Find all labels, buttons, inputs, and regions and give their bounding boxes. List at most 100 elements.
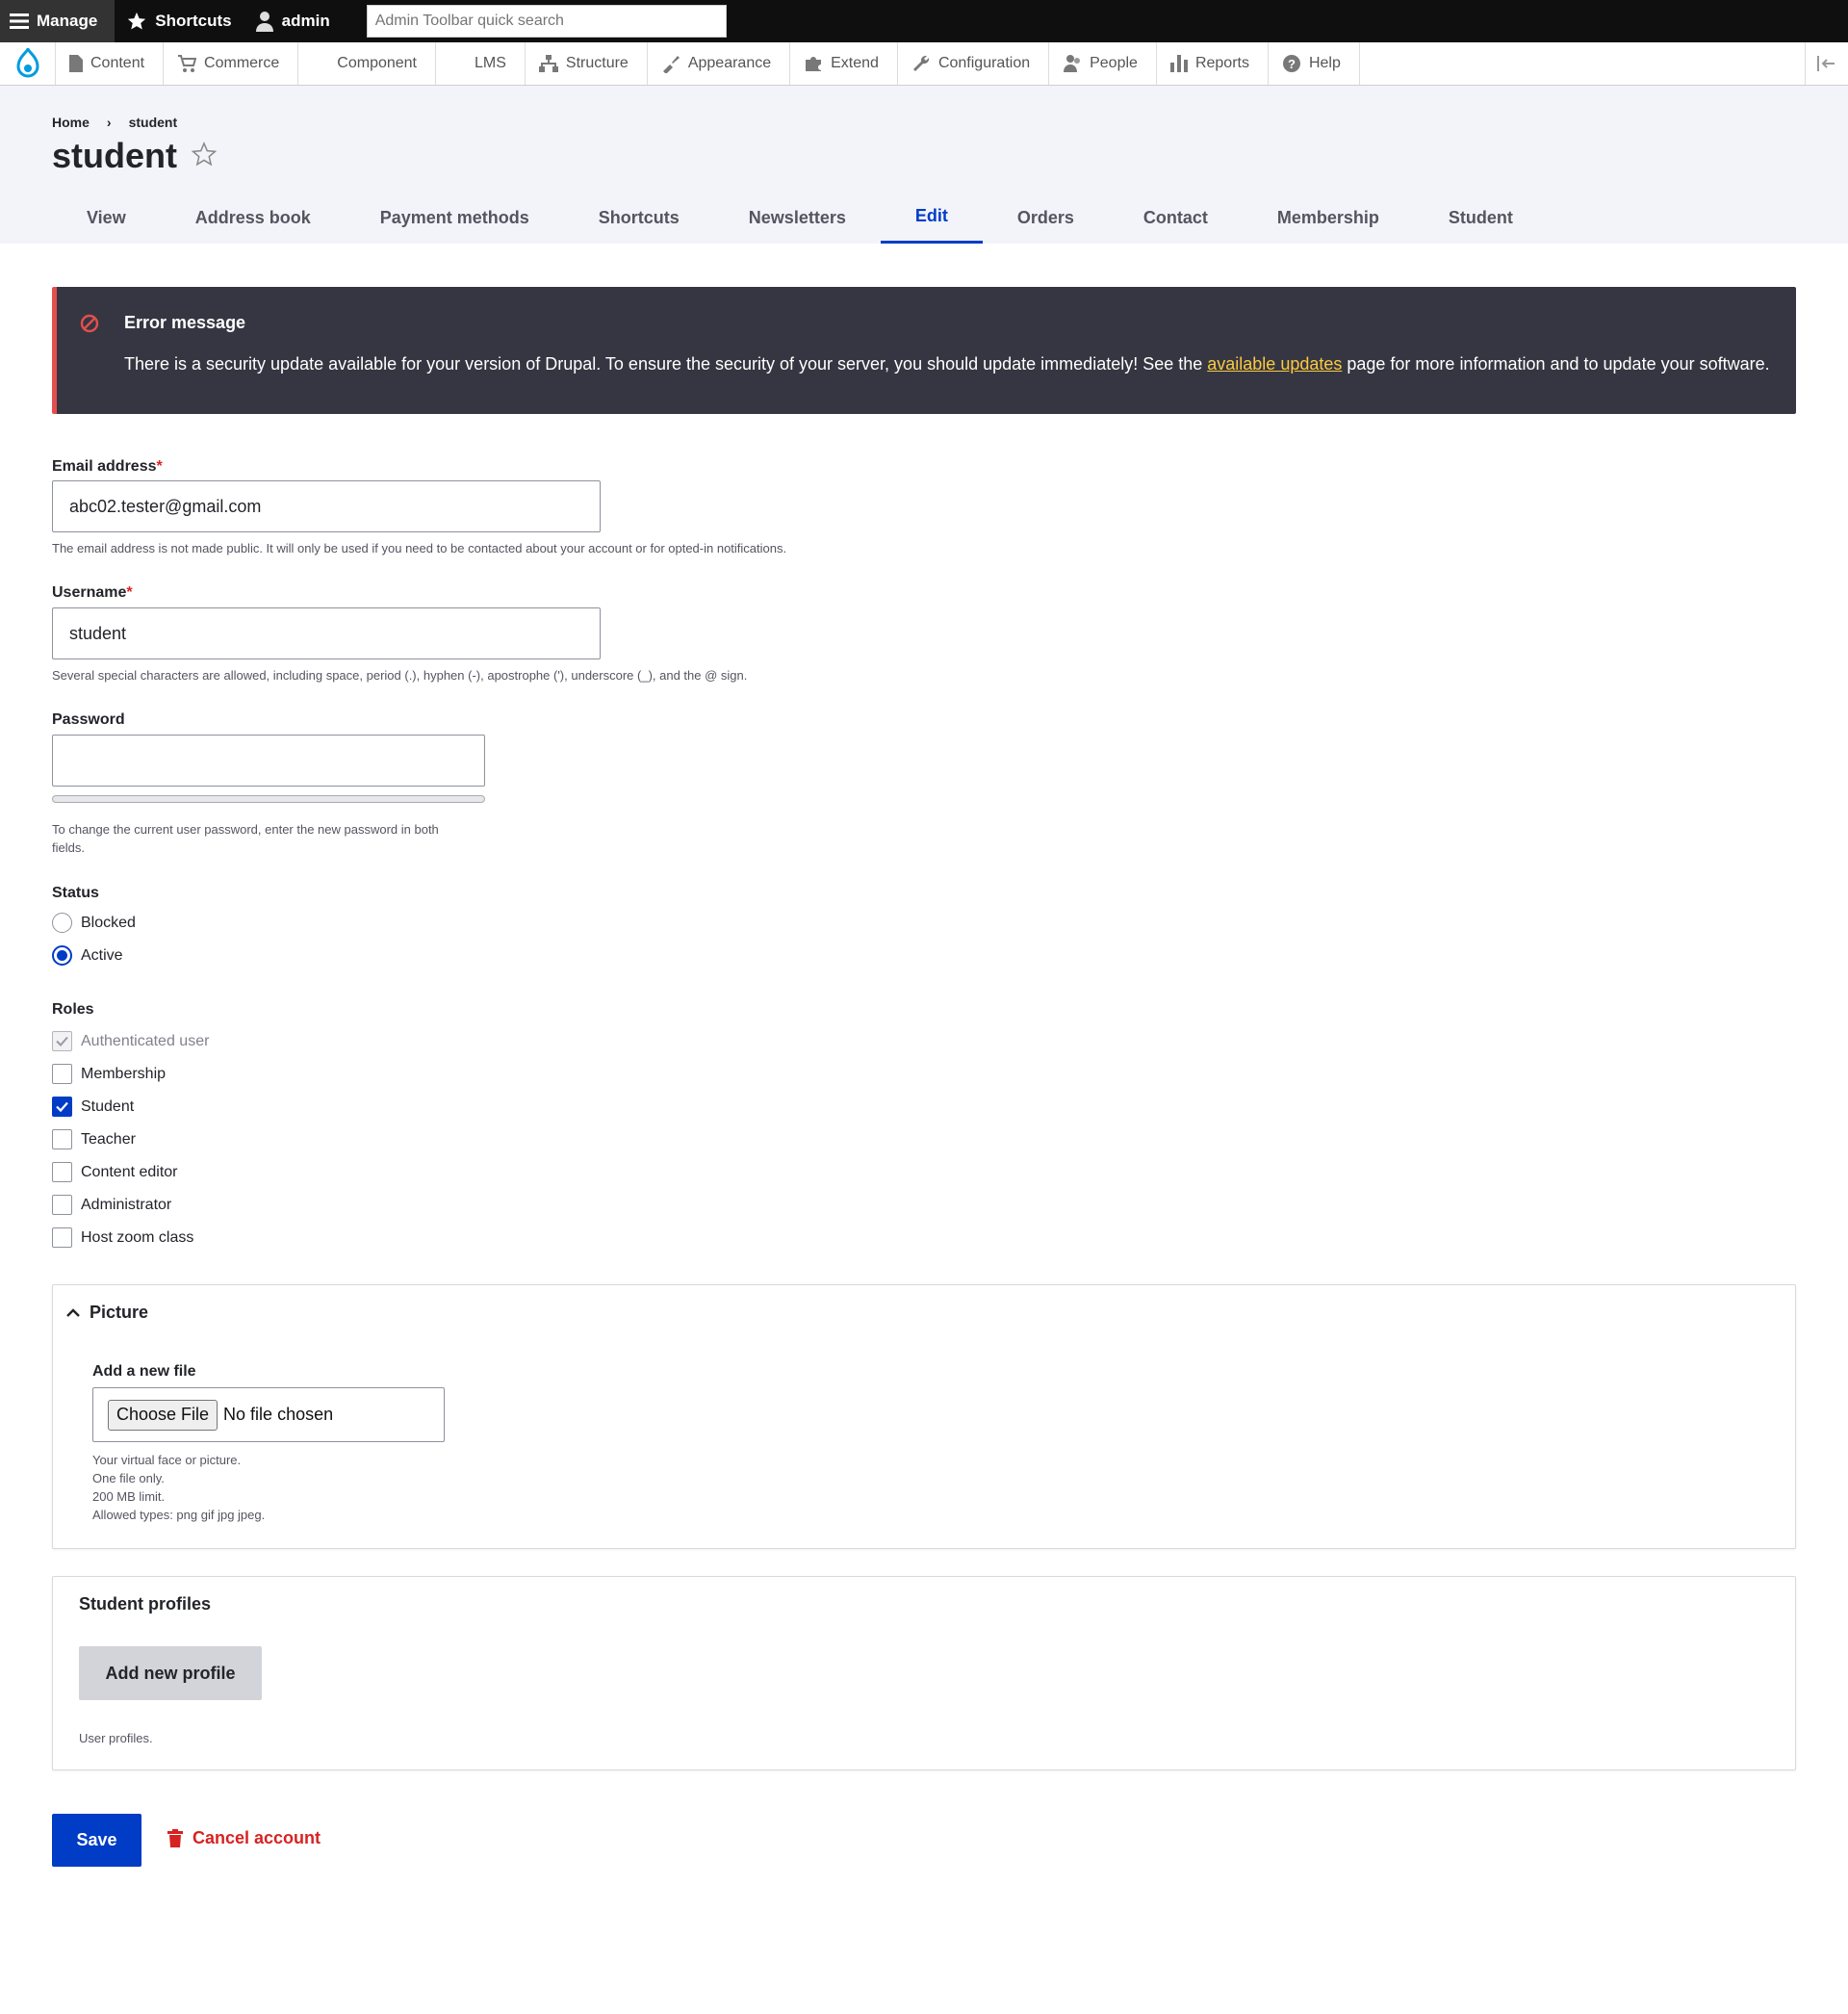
menu-appearance[interactable]: Appearance	[648, 42, 791, 85]
role-content-editor-checkbox[interactable]	[52, 1162, 72, 1182]
breadcrumb: Home › student	[52, 115, 177, 130]
role-host-zoom-class-checkbox[interactable]	[52, 1227, 72, 1248]
tab-orders-label: Orders	[1016, 207, 1074, 227]
breadcrumb-home[interactable]: Home	[52, 115, 90, 130]
tab-view[interactable]: View	[52, 192, 161, 244]
breadcrumb-separator: ›	[106, 115, 112, 130]
tab-membership[interactable]: Membership	[1243, 192, 1414, 244]
role-student[interactable]: Student	[52, 1097, 134, 1117]
menu-people[interactable]: People	[1049, 42, 1157, 85]
tab-payment-methods-label: Payment methods	[379, 207, 529, 227]
role-host-zoom-class[interactable]: Host zoom class	[52, 1227, 193, 1248]
email-required-mark: *	[156, 458, 163, 475]
status-active-radio[interactable]	[52, 945, 72, 966]
menu-configuration-label: Configuration	[937, 55, 1031, 71]
menu-extend[interactable]: Extend	[790, 42, 898, 85]
tab-contact[interactable]: Contact	[1109, 192, 1243, 244]
cancel-account-button[interactable]: Cancel account	[167, 1828, 321, 1848]
error-icon	[80, 314, 99, 338]
choose-file-button[interactable]: Choose File	[108, 1399, 218, 1431]
menu-lms-label: LMS	[475, 55, 506, 71]
role-membership[interactable]: Membership	[52, 1064, 166, 1084]
shortcut-star-icon[interactable]	[191, 136, 218, 176]
password-field[interactable]	[52, 735, 485, 787]
shortcuts-toggle[interactable]: Shortcuts	[115, 0, 243, 42]
cart-icon	[177, 54, 197, 73]
student-profiles-title: Student profiles	[79, 1594, 212, 1614]
status-blocked[interactable]: Blocked	[52, 913, 136, 933]
menu-component-label: Component	[337, 55, 417, 71]
menu-help-label: Help	[1308, 55, 1341, 71]
menu-commerce[interactable]: Commerce	[164, 42, 299, 85]
tab-edit[interactable]: Edit	[880, 192, 983, 244]
drupal-logo-icon[interactable]	[0, 42, 56, 85]
menu-content[interactable]: Content	[56, 42, 165, 85]
menu-configuration[interactable]: Configuration	[898, 42, 1050, 85]
picture-title: Picture	[90, 1303, 149, 1322]
email-label: Email address*	[52, 458, 163, 476]
menu-structure-label: Structure	[565, 55, 629, 71]
tab-view-label: View	[87, 207, 126, 227]
picture-help: Your virtual face or picture. One file o…	[92, 1451, 265, 1524]
picture-help-line: Allowed types: png gif jpg jpeg.	[92, 1508, 266, 1522]
tab-shortcuts[interactable]: Shortcuts	[564, 192, 714, 244]
username-description: Several special characters are allowed, …	[52, 668, 748, 683]
menu-lms[interactable]: LMS	[436, 42, 526, 85]
page-title: student	[52, 136, 218, 176]
picture-summary[interactable]: Picture	[66, 1303, 148, 1323]
tab-newsletters[interactable]: Newsletters	[714, 192, 881, 244]
bar-chart-icon	[1169, 55, 1188, 72]
chevron-up-icon	[66, 1307, 80, 1317]
collapse-toolbar-icon[interactable]	[1805, 42, 1848, 85]
role-membership-checkbox[interactable]	[52, 1064, 72, 1084]
check-icon	[56, 1101, 68, 1112]
tab-payment-methods[interactable]: Payment methods	[346, 192, 564, 244]
tab-address-book[interactable]: Address book	[161, 192, 346, 244]
menu-structure[interactable]: Structure	[526, 42, 648, 85]
username-field[interactable]: student	[52, 607, 601, 659]
password-description-line2: fields.	[52, 840, 85, 855]
menu-help[interactable]: ? Help	[1269, 42, 1360, 85]
picture-help-line: Your virtual face or picture.	[92, 1453, 242, 1467]
help-icon: ?	[1282, 54, 1301, 73]
available-updates-link[interactable]: available updates	[1207, 354, 1342, 374]
role-student-label: Student	[81, 1097, 135, 1115]
status-blocked-radio[interactable]	[52, 913, 72, 933]
picture-file-input[interactable]: Choose File No file chosen	[92, 1387, 445, 1442]
status-active[interactable]: Active	[52, 945, 123, 966]
admin-toolbar: Manage Shortcuts admin	[0, 0, 1848, 42]
add-new-profile-button[interactable]: Add new profile	[79, 1646, 262, 1700]
tab-edit-label: Edit	[914, 206, 948, 225]
cancel-account-label: Cancel account	[192, 1828, 321, 1847]
manage-toggle[interactable]: Manage	[0, 0, 116, 42]
role-teacher-checkbox[interactable]	[52, 1129, 72, 1149]
email-value: abc02.tester@gmail.com	[69, 496, 262, 516]
role-teacher[interactable]: Teacher	[52, 1129, 136, 1149]
role-administrator[interactable]: Administrator	[52, 1195, 171, 1215]
picture-file-label: Add a new file	[92, 1363, 196, 1380]
tab-shortcuts-label: Shortcuts	[598, 207, 680, 227]
menu-component[interactable]: Component	[298, 42, 436, 85]
user-toggle[interactable]: admin	[244, 0, 342, 42]
menu-people-label: People	[1090, 55, 1138, 71]
role-student-checkbox[interactable]	[52, 1097, 72, 1117]
toolbar-search-input[interactable]	[366, 5, 727, 38]
role-administrator-label: Administrator	[81, 1196, 172, 1213]
email-field[interactable]: abc02.tester@gmail.com	[52, 480, 601, 532]
tab-contact-label: Contact	[1142, 207, 1208, 227]
tab-student[interactable]: Student	[1414, 192, 1548, 244]
menu-content-label: Content	[90, 55, 145, 71]
role-administrator-checkbox[interactable]	[52, 1195, 72, 1215]
picture-panel: Picture Add a new file Choose File No fi…	[52, 1284, 1796, 1549]
tab-orders[interactable]: Orders	[983, 192, 1109, 244]
role-authenticated-user: Authenticated user	[52, 1031, 209, 1051]
save-button[interactable]: Save	[52, 1814, 141, 1867]
password-label: Password	[52, 711, 125, 728]
puzzle-icon	[804, 54, 823, 73]
role-authenticated-user-label: Authenticated user	[81, 1032, 210, 1049]
role-content-editor[interactable]: Content editor	[52, 1162, 178, 1182]
menu-reports[interactable]: Reports	[1157, 42, 1269, 85]
menu-spacer	[1360, 42, 1805, 85]
username-required-mark: *	[126, 584, 133, 601]
email-description: The email address is not made public. It…	[52, 541, 787, 555]
